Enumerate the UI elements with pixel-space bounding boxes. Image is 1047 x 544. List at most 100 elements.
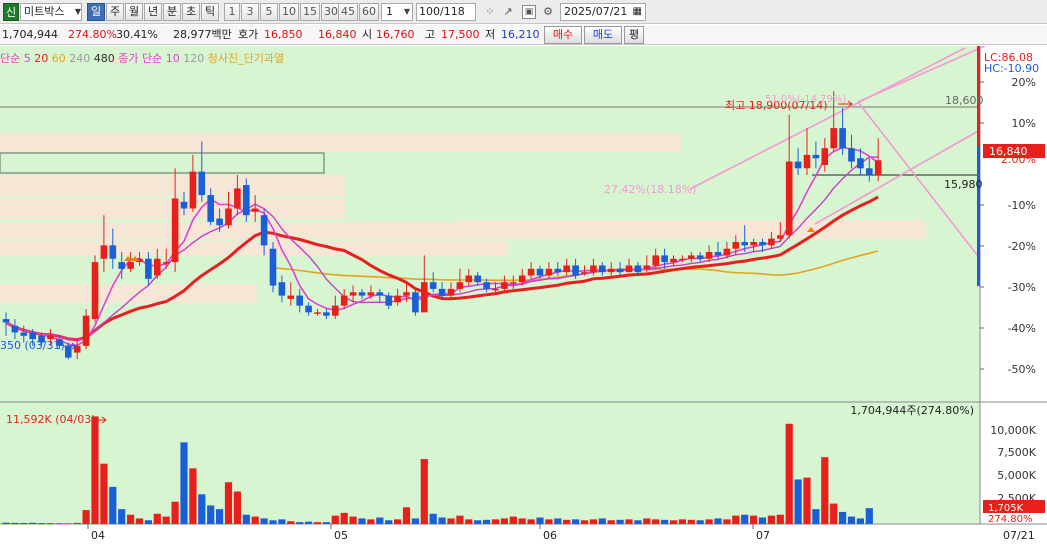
y-tick-label: 20% bbox=[1012, 76, 1036, 89]
volume-current-label: 1,705K bbox=[988, 503, 1024, 514]
candle-body bbox=[358, 292, 366, 296]
x-tick-label: 07 bbox=[756, 529, 770, 542]
interval-3-button[interactable]: 3 bbox=[241, 3, 259, 21]
volume-bar bbox=[536, 517, 544, 524]
interval-1-button[interactable]: 1 bbox=[224, 3, 240, 21]
candle-body bbox=[465, 275, 473, 283]
candle-body bbox=[429, 282, 437, 289]
period-year-button[interactable]: 년 bbox=[144, 3, 162, 21]
ma5-label: 5 bbox=[23, 52, 31, 65]
data-count-input[interactable]: 100/118 bbox=[416, 3, 476, 21]
volume-bar bbox=[545, 519, 553, 524]
candle-body bbox=[287, 295, 295, 299]
eval-button[interactable]: 평 bbox=[624, 26, 644, 44]
volume-bar bbox=[839, 511, 847, 524]
candle-body bbox=[518, 275, 526, 283]
interval-45-button[interactable]: 45 bbox=[338, 3, 358, 21]
save-icon[interactable]: ▣ bbox=[522, 5, 536, 19]
volume-bar bbox=[64, 523, 72, 524]
candle-body bbox=[65, 345, 72, 358]
gear-icon[interactable]: ⚙ bbox=[540, 4, 556, 20]
candle-body bbox=[785, 161, 793, 236]
volume-bar bbox=[732, 515, 740, 524]
grid-icon[interactable]: ⁘ bbox=[482, 4, 498, 20]
interval-5-button[interactable]: 5 bbox=[260, 3, 278, 21]
period-week-button[interactable]: 주 bbox=[106, 3, 124, 21]
candle-body bbox=[269, 248, 277, 286]
mid-ratio-annotation: 27.42%(18.18%) bbox=[604, 183, 696, 196]
candle-body bbox=[340, 295, 348, 306]
candle-body bbox=[634, 265, 642, 273]
candle-body bbox=[127, 262, 134, 269]
volume-bar bbox=[100, 463, 108, 524]
chevron-down-icon[interactable]: ▼ bbox=[72, 4, 84, 20]
volume-bar bbox=[233, 491, 241, 524]
date-input[interactable]: 2025/07/21 ▦ bbox=[560, 3, 646, 21]
period-month-button[interactable]: 월 bbox=[125, 3, 143, 21]
interval-input[interactable]: 1 ▼ bbox=[381, 3, 413, 21]
interval-10-button[interactable]: 10 bbox=[279, 3, 299, 21]
volume-bar bbox=[224, 482, 233, 524]
volume-bar bbox=[171, 501, 179, 524]
volume-bar bbox=[180, 442, 188, 524]
candle-body bbox=[11, 325, 19, 333]
volume-bar bbox=[598, 518, 606, 524]
volume-bar bbox=[705, 519, 713, 524]
candle-body bbox=[714, 252, 722, 256]
sell-button[interactable]: 매도 bbox=[584, 26, 622, 44]
volume-pct-label: 274.80% bbox=[988, 514, 1033, 525]
volume-bar bbox=[411, 518, 419, 524]
period-tick-button[interactable]: 틱 bbox=[201, 3, 219, 21]
volume-bar bbox=[572, 519, 580, 524]
volume-bar bbox=[91, 416, 99, 524]
volume-bar bbox=[821, 457, 829, 524]
bid-price: 16,840 bbox=[318, 28, 357, 41]
candle-body bbox=[474, 275, 481, 283]
candle-body bbox=[260, 215, 268, 246]
volume-bar bbox=[322, 522, 330, 524]
period-second-button[interactable]: 초 bbox=[182, 3, 200, 21]
candle-body bbox=[367, 292, 375, 296]
volume-bar bbox=[518, 518, 526, 524]
candle-body bbox=[447, 288, 455, 296]
ma10-label: 10 bbox=[165, 52, 180, 65]
candle-body bbox=[421, 282, 428, 313]
candle-body bbox=[492, 288, 499, 291]
stock-chart[interactable]: 20%10%-10%-20%-30%-40%-50%2.00%LC:86.08H… bbox=[0, 46, 1047, 544]
candle-body bbox=[403, 292, 410, 296]
candle-body bbox=[278, 282, 286, 296]
volume-ratio: 274.80% bbox=[68, 28, 117, 41]
high-label: 고 bbox=[425, 28, 436, 41]
market-badge: 신 bbox=[3, 3, 19, 21]
ma-type-label: 단순 bbox=[0, 52, 21, 65]
period-day-button[interactable]: 일 bbox=[87, 3, 105, 21]
draw-tool-icon[interactable]: ↗ bbox=[500, 4, 516, 20]
volume-max-annotation: 11,592K (04/03) bbox=[6, 413, 95, 426]
candle-body bbox=[866, 168, 873, 175]
volume-bar bbox=[251, 516, 259, 524]
buy-button[interactable]: 매수 bbox=[544, 26, 582, 44]
chevron-down-icon: ▼ bbox=[403, 7, 410, 16]
candle-body bbox=[536, 268, 544, 276]
candle-body bbox=[545, 268, 553, 276]
pattern-zone bbox=[0, 241, 508, 256]
volume-bar bbox=[278, 519, 286, 524]
candle-body bbox=[2, 319, 10, 323]
candle-body bbox=[501, 282, 508, 289]
volume-bar bbox=[207, 505, 215, 524]
interval-15-button[interactable]: 15 bbox=[300, 3, 320, 21]
volume-bar bbox=[313, 522, 322, 524]
x-tick-label-end: 07/21 bbox=[1003, 529, 1035, 542]
candle-body bbox=[616, 268, 624, 273]
volume-bar bbox=[216, 509, 224, 524]
ask-label: 호가 bbox=[238, 28, 259, 41]
calendar-icon[interactable]: ▦ bbox=[633, 4, 642, 20]
volume-bar bbox=[643, 518, 651, 524]
candle-body bbox=[803, 154, 811, 169]
interval-60-button[interactable]: 60 bbox=[359, 3, 379, 21]
candle-body bbox=[216, 218, 223, 226]
support-value-label: 15,980 bbox=[944, 178, 983, 191]
candle-body bbox=[91, 262, 99, 320]
candle-body bbox=[180, 201, 188, 209]
period-minute-button[interactable]: 분 bbox=[163, 3, 181, 21]
